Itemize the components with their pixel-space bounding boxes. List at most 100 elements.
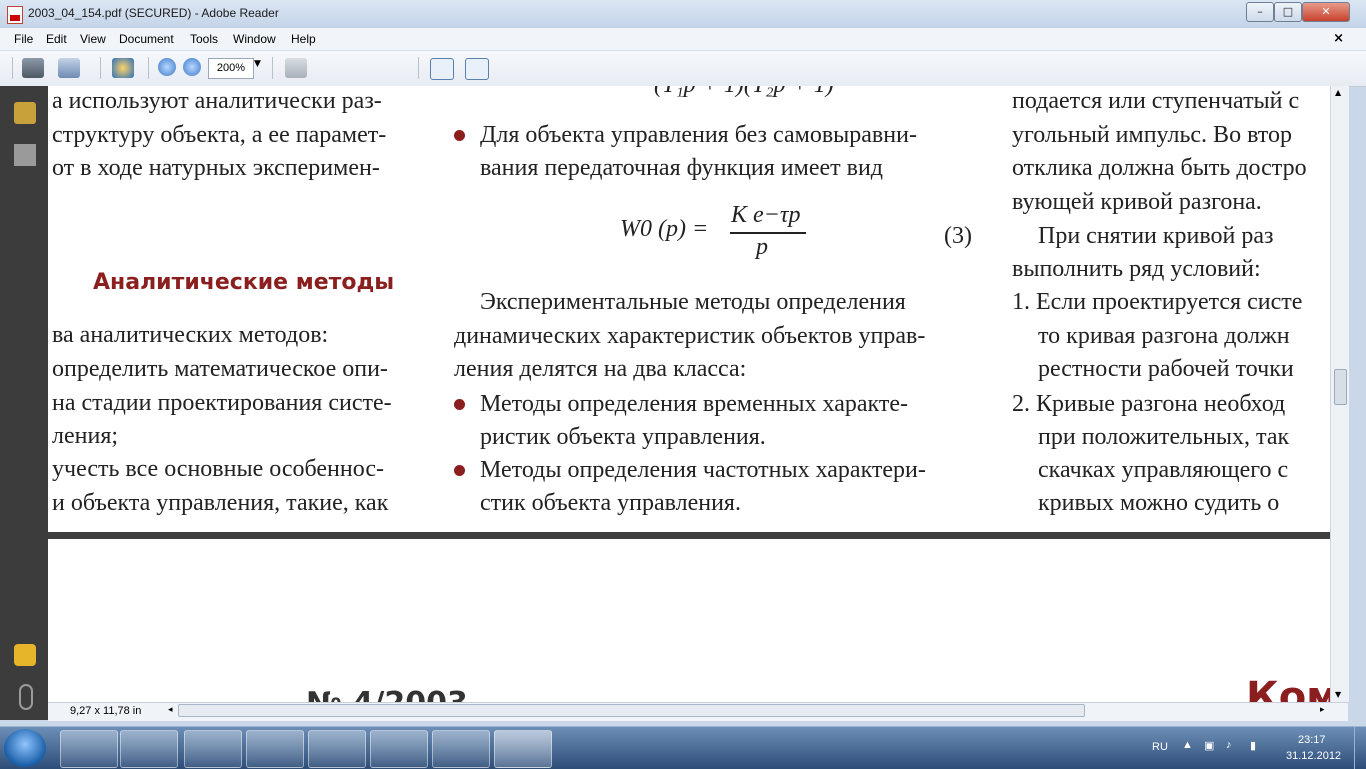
scroll-up-icon[interactable]: ▲ [1335,88,1341,97]
scroll-down-icon[interactable]: ▼ [1335,690,1341,699]
toolbar-separator [148,57,149,79]
media-player-icon[interactable] [308,730,366,768]
horizontal-scroll-thumb[interactable] [178,704,1085,717]
maximize-button[interactable]: □ [1274,2,1302,22]
navigation-panel [0,86,48,720]
text-line: Методы определения временных характе- [480,391,908,417]
formula-partial: (T₁p + 1)(T₂p + 1) [654,86,834,99]
formula-numerator: K e−τp [731,202,801,228]
email-icon[interactable] [58,58,80,78]
text-line: Для объекта управления без самовыравни- [480,122,917,148]
text-line: при положительных, так [1038,424,1290,450]
document-close-icon[interactable]: × [1333,31,1344,46]
text-line: ления; [52,423,119,449]
issue-number: № 4/2003 [306,686,468,702]
scroll-right-icon[interactable]: ▸ [1320,705,1325,715]
internet-explorer-icon[interactable] [60,730,118,768]
text-line: рестности рабочей точки [1038,356,1294,382]
show-desktop-button[interactable] [1354,727,1366,769]
collaborate-icon[interactable] [112,58,134,78]
pages-icon[interactable] [14,144,36,166]
text-line: а используют аналитически раз- [52,88,382,114]
language-indicator[interactable]: RU [1152,741,1168,753]
zoom-level-field[interactable]: 200% [208,58,254,79]
file-explorer-icon[interactable] [120,730,178,768]
text-line: При снятии кривой раз [1038,223,1274,249]
battery-icon[interactable]: ▮ [1250,739,1256,752]
clock-time[interactable]: 23:17 [1298,734,1326,746]
tray-arrow-icon[interactable]: ▲ [1182,739,1193,751]
menu-help[interactable]: Help [291,32,316,46]
attachment-icon[interactable] [19,684,33,710]
tools-app-icon[interactable] [184,730,242,768]
text-line: структуру объекта, а ее парамет- [52,122,387,148]
adobe-reader-icon[interactable] [494,730,552,768]
text-line: отклика должна быть достро [1012,155,1307,181]
chevron-down-icon[interactable]: ▼ [254,59,261,69]
bullet-marker [454,465,465,476]
text-line: динамических характеристик объектов упра… [454,323,926,349]
menu-file[interactable]: File [14,32,33,46]
text-line: угольный импульс. Во втор [1012,122,1292,148]
fit-width-icon[interactable] [430,58,454,80]
menu-bar: File Edit View Document Tools Window Hel… [0,28,1366,51]
toolbar-separator [272,57,273,79]
comments-icon[interactable] [14,644,36,666]
snapshot-icon[interactable] [285,58,307,78]
vertical-scrollbar[interactable]: ▲ ▼ [1330,86,1349,702]
text-line: ления делятся на два класса: [454,356,747,382]
clock-date[interactable]: 31.12.2012 [1286,750,1341,762]
network-icon[interactable]: ▣ [1204,739,1214,752]
window-title: 2003_04_154.pdf (SECURED) - Adobe Reader [28,6,279,20]
text-line: на стадии проектирования систе- [52,390,392,416]
text-line: выполнить ряд условий: [1012,256,1261,282]
text-line: от в ходе натурных эксперимен- [52,155,380,181]
text-line: ристик объекта управления. [480,424,766,450]
start-button[interactable] [4,729,46,767]
text-line: кривых можно судить о [1038,490,1280,516]
vertical-scroll-thumb[interactable] [1334,369,1347,405]
text-line: учесть все основные особеннос- [52,456,384,482]
fraction-bar [730,232,806,234]
text-line: вания передаточная функция имеет вид [480,155,884,181]
text-line: и объекта управления, такие, как [52,490,389,516]
fit-page-icon[interactable] [465,58,489,80]
close-button[interactable]: ✕ [1302,2,1350,22]
scroll-left-icon[interactable]: ◂ [168,705,173,715]
toolbar: 200% ▼ [0,51,1366,87]
text-line: вующей кривой разгона. [1012,189,1262,215]
zoom-out-icon[interactable] [158,58,176,76]
scanner-app-icon[interactable] [370,730,428,768]
menu-window[interactable]: Window [233,32,276,46]
text-line: 2. Кривые разгона необход [1012,391,1286,417]
pdf-app-icon [7,6,23,24]
text-line: подается или ступенчатый с [1012,88,1300,114]
print-icon[interactable] [22,58,44,78]
journal-name: Ком [1246,674,1330,702]
formula-denominator: p [756,234,768,260]
toolbar-separator [418,57,419,79]
equation-number: (3) [944,223,972,249]
volume-icon[interactable]: ♪ [1226,739,1232,751]
lock-icon[interactable] [14,102,36,124]
minimize-button[interactable]: – [1246,2,1274,22]
toolbar-separator [12,57,13,79]
title-bar: 2003_04_154.pdf (SECURED) - Adobe Reader… [0,0,1366,29]
menu-tools[interactable]: Tools [190,32,218,46]
menu-document[interactable]: Document [119,32,174,46]
formula-lhs: W0 (p) = [620,216,709,242]
zoom-in-icon[interactable] [183,58,201,76]
text-line: то кривая разгона должн [1038,323,1290,349]
document-page: а используют аналитически раз- структуру… [48,86,1330,702]
opera-icon[interactable] [246,730,304,768]
bullet-marker [454,399,465,410]
text-line: стик объекта управления. [480,490,741,516]
word-icon[interactable] [432,730,490,768]
toolbar-separator [100,57,101,79]
text-line: 1. Если проектируется систе [1012,289,1303,315]
section-heading: Аналитические методы [93,270,395,295]
menu-view[interactable]: View [80,32,106,46]
status-bar: 9,27 x 11,78 in ◂ ▸ [48,702,1348,721]
menu-edit[interactable]: Edit [46,32,67,46]
page-footer-rule [48,532,1330,539]
